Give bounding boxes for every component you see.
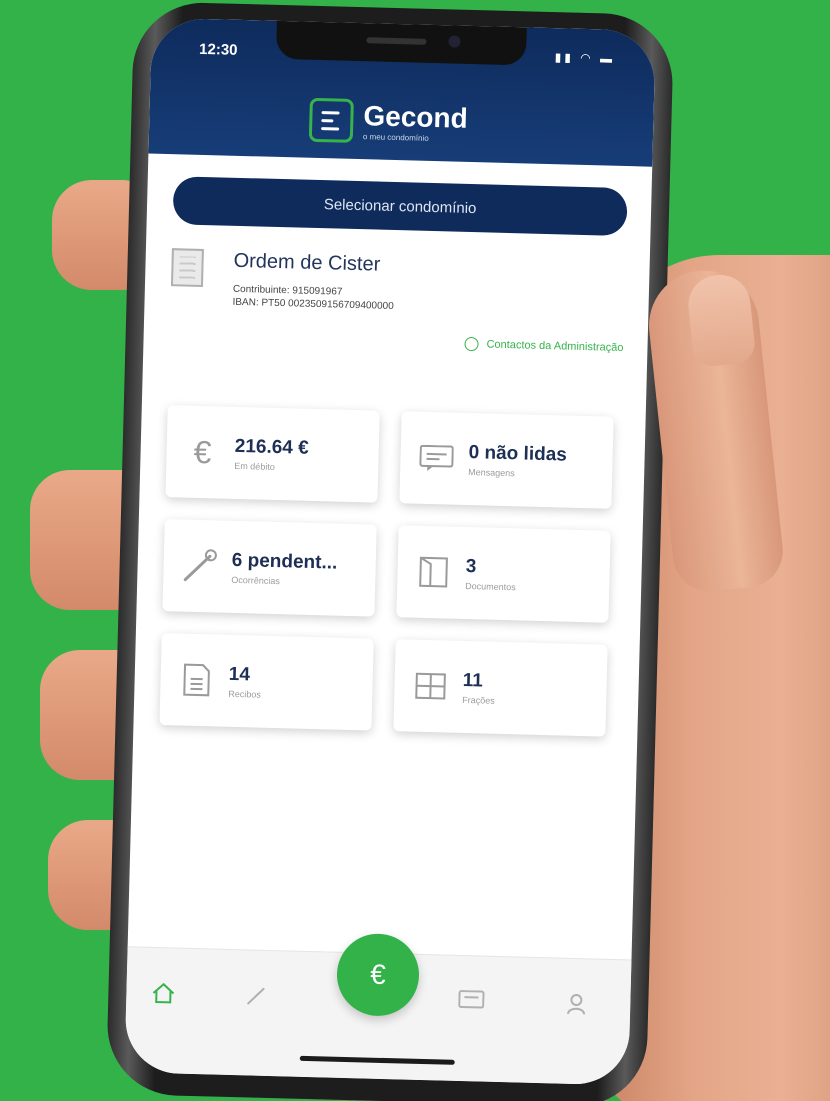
wrench-icon — [181, 548, 218, 585]
status-icons: ▮▮ ◠ ▬ — [554, 50, 616, 66]
card-value: 0 não lidas — [468, 441, 568, 466]
folder-icon — [415, 554, 452, 591]
messages-card[interactable]: 0 não lidas Mensagens — [399, 411, 614, 509]
message-icon — [418, 440, 455, 477]
app-subtitle: o meu condomínio — [362, 131, 429, 143]
card-value: 3 — [465, 555, 477, 577]
card-label: Documentos — [465, 580, 516, 592]
status-time: 12:30 — [198, 40, 238, 59]
card-value: 11 — [462, 669, 484, 691]
home-icon[interactable] — [148, 978, 179, 1009]
home-indicator — [299, 1055, 455, 1065]
condominium-name: Ordem de Cister — [233, 249, 381, 276]
notch — [275, 20, 527, 66]
fraction-icon — [412, 668, 449, 705]
receipts-card[interactable]: 14 Recibos — [159, 633, 374, 731]
occurrences-card[interactable]: 6 pendent... Ocorrências — [162, 519, 377, 617]
main-content: Selecionar condomínio Ordem de Cister Co… — [133, 154, 652, 738]
wrench-icon[interactable] — [241, 980, 272, 1011]
card-label: Em débito — [234, 460, 275, 472]
contact-administration-link[interactable]: Contactos da Administração — [169, 329, 624, 355]
app-name: Gecond — [363, 99, 469, 134]
payments-button[interactable]: € — [335, 932, 421, 1017]
dashboard-grid: € 216.64 € Em débito 0 não lidas Mensage… — [159, 405, 621, 737]
receipt-icon — [178, 662, 215, 699]
select-condominium-button[interactable]: Selecionar condomínio — [172, 176, 628, 237]
camera — [448, 35, 461, 48]
card-value: 14 — [228, 663, 251, 685]
message-icon[interactable] — [456, 986, 487, 1017]
app-logo: Gecond o meu condomínio — [308, 97, 469, 146]
card-label: Ocorrências — [231, 574, 280, 586]
card-label: Mensagens — [468, 466, 515, 478]
card-value: 216.64 € — [234, 435, 310, 459]
card-label: Frações — [462, 694, 495, 706]
speaker — [366, 37, 427, 45]
documents-card[interactable]: 3 Documentos — [396, 525, 611, 623]
phone-frame: 12:30 ▮▮ ◠ ▬ Gecond o meu condomínio Sel… — [105, 1, 675, 1101]
phone-screen: 12:30 ▮▮ ◠ ▬ Gecond o meu condomínio Sel… — [124, 17, 656, 1086]
building-icon — [170, 248, 204, 288]
contact-label: Contactos da Administração — [486, 338, 624, 355]
phone-icon — [464, 336, 479, 352]
card-label: Recibos — [228, 688, 261, 700]
card-value: 6 pendent... — [231, 549, 338, 574]
bottom-tab-bar: € — [124, 932, 632, 1086]
condominium-info: Ordem de Cister Contribuinte: 915091967 … — [170, 248, 625, 319]
fractions-card[interactable]: 11 Frações — [393, 639, 608, 737]
debt-card[interactable]: € 216.64 € Em débito — [165, 405, 380, 503]
app-header: 12:30 ▮▮ ◠ ▬ Gecond o meu condomínio — [148, 17, 656, 167]
euro-icon: € — [193, 433, 212, 470]
logo-icon — [308, 97, 354, 143]
user-icon[interactable] — [561, 989, 592, 1020]
